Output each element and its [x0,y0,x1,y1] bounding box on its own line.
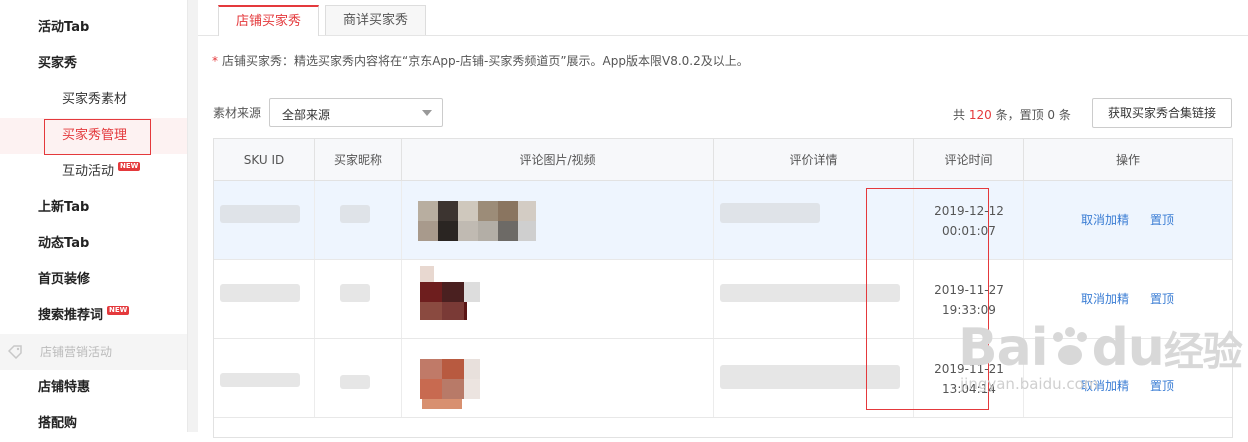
tab-store-buyer-show[interactable]: 店铺买家秀 [218,5,319,36]
col-header-nickname: 买家昵称 [315,139,402,181]
pin-button[interactable]: 置顶 [1150,377,1174,394]
col-header-detail: 评价详情 [714,139,914,181]
sidebar-item-label: 买家秀素材 [62,92,128,107]
required-star: * [212,54,218,68]
watermark-url: jingyan.baidu.com [960,375,1099,393]
new-badge: NEW [118,162,141,171]
chevron-down-icon [422,110,432,116]
comment-media[interactable] [402,260,714,338]
sidebar-item-homepage-decor[interactable]: 首页装修 [0,262,187,298]
comment-date: 2019-11-27 [934,283,1004,297]
sidebar-item-label: 上新Tab [38,200,90,215]
pin-button[interactable]: 置顶 [1150,211,1174,228]
comment-clock: 00:01:07 [942,224,996,238]
sidebar-item-search-words[interactable]: 搜索推荐词 NEW [0,298,187,334]
highlight-box [44,119,151,155]
sidebar-item-label: 搭配购 [38,416,78,431]
tab-bar: 店铺买家秀 商详买家秀 [198,0,1248,36]
gutter [188,0,198,432]
comment-time: 2019-11-27 19:33:09 [914,280,1024,320]
sidebar: 活动Tab 买家秀 买家秀素材 买家秀管理 互动活动 NEW 上新Tab 动态Ta… [0,0,188,432]
summary-suffix: 条 [1058,108,1071,122]
comment-time: 2019-12-12 00:01:07 [914,201,1024,241]
filter-label: 素材来源 [213,106,262,120]
watermark-bai: Bai [958,318,1049,378]
notice-text: * 店铺买家秀：精选买家秀内容将在“京东App-店铺-买家秀频道页”展示。App版… [212,52,749,69]
sidebar-item-buyer-show[interactable]: 买家秀 [0,46,187,82]
buyer-show-table: SKU ID 买家昵称 评论图片/视频 评价详情 评论时间 操作 2019-12… [213,138,1233,438]
col-header-actions: 操作 [1024,139,1232,181]
comment-media[interactable] [402,339,714,417]
summary-prefix: 共 [953,108,966,122]
sidebar-item-bundle[interactable]: 搭配购 [0,406,187,442]
sidebar-item-store-deals[interactable]: 店铺特惠 [0,370,187,406]
sidebar-item-feed-tab[interactable]: 动态Tab [0,226,187,262]
summary-total: 120 [968,108,992,122]
comment-date: 2019-12-12 [934,204,1004,218]
sidebar-item-label: 店铺特惠 [38,380,91,395]
col-header-sku: SKU ID [214,139,315,181]
table-row: 2019-12-12 00:01:07 取消加精 置顶 [214,181,1232,260]
sidebar-item-label: 互动活动 [62,164,115,179]
pin-button[interactable]: 置顶 [1150,290,1174,307]
col-header-media: 评论图片/视频 [402,139,714,181]
source-select-value: 全部来源 [282,108,331,122]
summary-middle: 条，置顶 [995,108,1044,122]
get-collection-link-button[interactable]: 获取买家秀合集链接 [1092,98,1232,128]
col-header-time: 评论时间 [914,139,1024,181]
tag-icon [8,345,22,359]
sidebar-item-label: 买家秀 [38,56,78,71]
unfeature-button[interactable]: 取消加精 [1081,290,1129,307]
source-select[interactable]: 全部来源 [269,98,443,127]
sidebar-item-buyer-show-material[interactable]: 买家秀素材 [0,82,187,118]
watermark-brand: Bai du经验 [958,318,1243,378]
comment-media[interactable] [402,181,714,259]
summary-text: 共 120 条，置顶 0 条 [953,106,1071,123]
sidebar-item-interactive[interactable]: 互动活动 NEW [0,154,187,190]
summary-pinned: 0 [1047,108,1056,122]
comment-clock: 19:33:09 [942,303,996,317]
watermark-jingyan: 经验 [1163,329,1243,375]
sidebar-item-label: 活动Tab [38,20,90,35]
sidebar-item-label: 动态Tab [38,236,90,251]
notice-body: 店铺买家秀：精选买家秀内容将在“京东App-店铺-买家秀频道页”展示。App版本… [222,54,749,68]
tab-detail-buyer-show[interactable]: 商详买家秀 [325,5,426,35]
new-badge: NEW [107,306,130,315]
sidebar-item-label: 搜索推荐词 [38,308,104,323]
sidebar-item-label: 首页装修 [38,272,91,287]
paw-icon [1052,327,1087,365]
sidebar-item-new-tab[interactable]: 上新Tab [0,190,187,226]
sidebar-item-activity-tab[interactable]: 活动Tab [0,10,187,46]
sidebar-group-store-marketing[interactable]: 店铺营销活动 [0,334,187,370]
sidebar-item-label: 店铺营销活动 [40,345,113,359]
watermark-du: du [1091,318,1165,378]
unfeature-button[interactable]: 取消加精 [1081,211,1129,228]
